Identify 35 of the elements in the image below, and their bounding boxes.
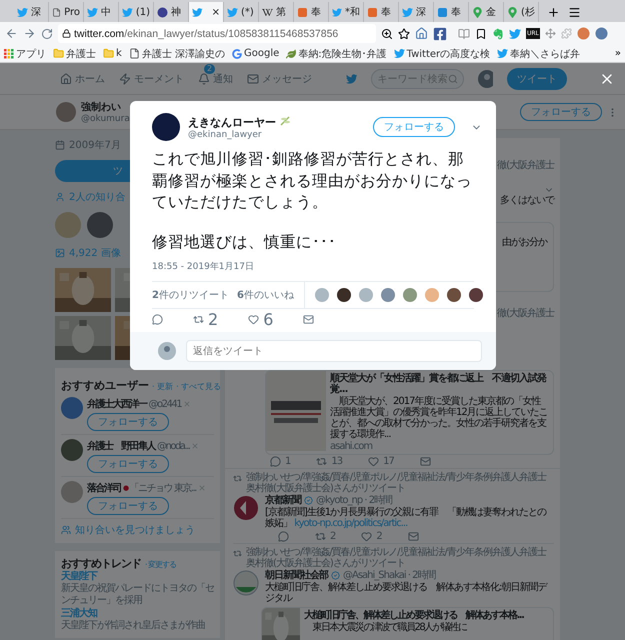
user-name: 弁護士大西洋一 (87, 398, 146, 411)
author-handle: @ekinan_lawyer (188, 130, 263, 140)
tweet-author: 京都新聞 (265, 495, 301, 506)
section-title: おすすめユーザー (61, 378, 149, 393)
retweet-text: 徹(大阪弁護士 (497, 308, 556, 319)
user-name: 弁護士 野田隼人 (87, 440, 155, 453)
tweet-text: [京都新聞]生後1か月長男暴行の父親に有罪 「動機は妻奪われたとの嫉妬」 kyoto-np.co.jp/politics/artic... (265, 507, 548, 529)
user-handle: 「ニチョウ 東京... (130, 482, 196, 495)
tweet-time: 18:55 - 2019年1月17日 (152, 260, 255, 273)
count-badge: 2 (204, 64, 216, 74)
card-domain: asahi.com (330, 441, 374, 452)
section-title: おすすめトレンド (61, 557, 141, 570)
card-title: 由がお分か (502, 237, 548, 250)
tweet-handle: @Asahi_Shakai · 2時間 (343, 570, 436, 581)
tweet-handle: @kyoto_np · 2時間 (316, 495, 392, 506)
tweet-text: 大槌町旧庁舎、解体差し止め要求退ける 解体あす本格化:朝日新聞デジタル (265, 582, 548, 604)
user-handle: @noda... (157, 440, 190, 452)
trend-description: 天皇陛下が作詞され皇后さまが作曲 (61, 620, 206, 632)
profile-name: 強制わい (81, 100, 122, 114)
retweet-label: 強制わいせつ/準強姦/買春/児童ポルノ/児童福祉法/青少年条例弁護人弁護士奥村徹(大阪弁護士会)さんがリツイート (233, 472, 554, 494)
profile-handle: @okumura (81, 114, 130, 124)
user-handle: @o2441 (148, 398, 182, 410)
tweet-text: 修習地選びは、慎重に･･･ (152, 232, 337, 254)
trend-description: 新天皇の祝賀パレードにトヨタの「センチュリー」を採用 (61, 583, 214, 608)
retweet-label: 強制わいせつ/準強姦/買春/児童ポルノ/児童福祉法/青少年条例弁護人弁護士奥村徹(大阪弁護士会)さんがリツイート (233, 547, 554, 569)
retweet-text: 徹(大阪弁護士 (497, 160, 556, 171)
card-title: 順天堂大が「女性活躍」賞を都に返上 不適切入試発覚... (330, 373, 548, 395)
card-title: 大槌町旧庁舎、解体差し止め要求退ける 解体あす本格... (304, 610, 524, 621)
card-description: 東日本大震災の津波で職員28人が犠牲に (312, 622, 468, 633)
author-name: えきなんローヤー (188, 114, 276, 130)
tweet-author: 朝日新聞社会部 (265, 570, 328, 581)
tweet-text: 多くはないで (500, 195, 556, 206)
user-name: 落合洋司 (87, 482, 121, 495)
card-description: 順天堂大が、2017年度に受賞した東京都の「女性活躍推進大賞」の優秀賞を昨年12月に返上していたことが、都への取材で分かった。女性の若手研究者を支援する環境作... (330, 396, 549, 440)
tweet-text: これで旭川修習･釧路修習が苦行とされ、那覇修習が極楽とされる理由がお分かりになっていただけたでしょう。 (152, 149, 473, 214)
